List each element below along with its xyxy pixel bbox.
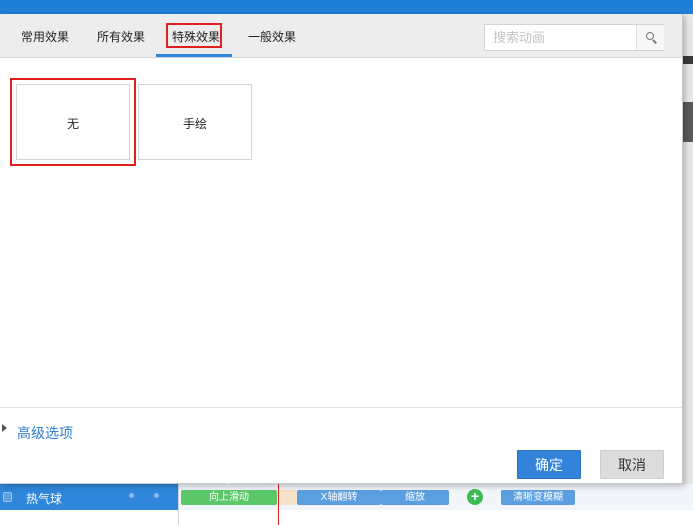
add-animation-plus-icon[interactable]: + [467, 489, 483, 505]
cancel-button[interactable]: 取消 [600, 450, 664, 479]
animation-block[interactable]: X轴翻转 [297, 490, 381, 505]
layer-lock-icon[interactable] [3, 492, 12, 502]
effect-dialog: 常用效果 所有效果 特殊效果 一般效果 无 手绘 高级选项 确定 取消 [0, 14, 683, 484]
search-button[interactable] [636, 25, 664, 50]
timeline-ruler [178, 510, 693, 525]
effect-option-hand-drawn[interactable]: 手绘 [138, 84, 252, 160]
selected-effect-highlight [10, 78, 136, 166]
animation-block[interactable]: 缩放 [381, 490, 449, 505]
search-input[interactable] [485, 25, 635, 50]
layer-name: 热气球 [26, 492, 63, 506]
confirm-button[interactable]: 确定 [517, 450, 581, 479]
advanced-options-toggle[interactable]: 高级选项 [17, 423, 73, 443]
panel-strip [683, 102, 693, 142]
active-tab-highlight [166, 23, 222, 48]
visibility-dot-icon[interactable] [129, 493, 134, 498]
timeline-playhead[interactable] [278, 484, 279, 525]
app-right-panel [683, 14, 693, 484]
app-top-bar [0, 0, 693, 14]
effect-option-label: 手绘 [182, 117, 207, 131]
active-tab-underline [156, 54, 232, 57]
animation-block[interactable]: 清晰变模糊 [501, 490, 575, 505]
animation-block[interactable]: 向上滑动 [181, 490, 277, 505]
search-icon [646, 32, 654, 40]
lock-dot-icon[interactable] [154, 493, 159, 498]
tab-all-effects[interactable]: 所有效果 [97, 28, 145, 45]
search-box [484, 24, 664, 51]
footer-divider [0, 407, 682, 408]
timeline-layer[interactable]: 热气球 [0, 484, 178, 510]
tab-common-effects[interactable]: 常用效果 [21, 28, 69, 45]
timeline-track[interactable]: 向上滑动 X轴翻转 缩放 + 清晰变模糊 [178, 484, 693, 510]
tab-general-effects[interactable]: 一般效果 [248, 28, 296, 45]
tab-bar: 常用效果 所有效果 特殊效果 一般效果 [0, 14, 682, 58]
dialog-pointer-notch [222, 478, 234, 484]
timeline-row: 热气球 向上滑动 X轴翻转 缩放 + 清晰变模糊 [0, 484, 693, 525]
expand-arrow-icon[interactable] [2, 424, 7, 432]
panel-strip [683, 56, 693, 64]
animation-gap [277, 490, 297, 505]
